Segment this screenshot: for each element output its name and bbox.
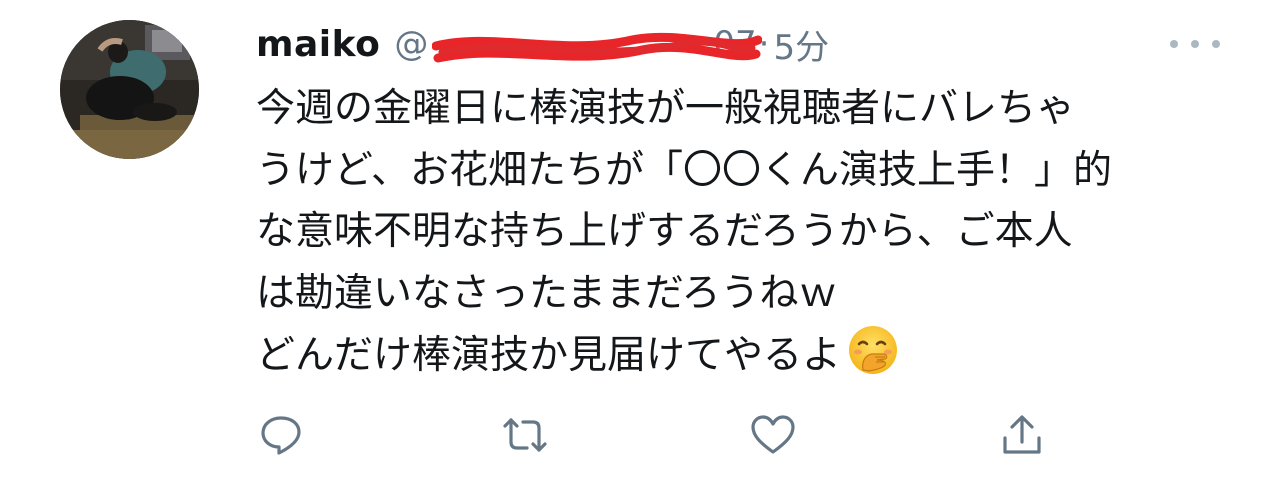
tweet-text-line: 今週の金曜日に棒演技が一般視聴者にバレちゃ bbox=[256, 86, 1076, 131]
handle-at-sign: @ bbox=[394, 24, 429, 64]
like-button[interactable] bbox=[746, 408, 800, 462]
share-icon bbox=[1003, 415, 1041, 454]
handle-tail: 07 bbox=[713, 24, 757, 64]
tweet-text-line: な意味不明な持ち上げするだろうから、ご本人 bbox=[256, 209, 1073, 254]
tweet[interactable]: maiko @ 07 · 5分 今週の金曜日に棒演技が一般視聴者にバレちゃ うけ… bbox=[0, 0, 1283, 500]
retweet-icon bbox=[503, 418, 547, 452]
like-icon bbox=[751, 415, 795, 454]
tweet-header: maiko @ 07 · 5分 bbox=[256, 18, 1156, 70]
share-button[interactable] bbox=[995, 408, 1049, 462]
tweet-actions bbox=[250, 408, 1070, 462]
tweet-text: 今週の金曜日に棒演技が一般視聴者にバレちゃ うけど、お花畑たちが「〇〇くん演技上… bbox=[256, 78, 1246, 386]
tweet-text-line: どんだけ棒演技か見届けてやるよ bbox=[256, 333, 842, 378]
tweet-text-line-last: どんだけ棒演技か見届けてやるよ bbox=[256, 324, 1246, 386]
tweet-text-line: は勘違いなさったままだろうねｗ bbox=[256, 270, 838, 316]
separator-dot: · bbox=[758, 24, 770, 64]
retweet-button[interactable] bbox=[498, 408, 552, 462]
face-with-hand-over-mouth-icon bbox=[847, 324, 899, 395]
timestamp[interactable]: 5分 bbox=[773, 20, 829, 69]
user-handle[interactable]: @ 07 bbox=[394, 24, 763, 64]
tweet-text-line: うけど、お花畑たちが「〇〇くん演技上手！」的 bbox=[256, 147, 1113, 193]
avatar[interactable] bbox=[60, 20, 199, 159]
avatar-photo bbox=[60, 20, 199, 159]
reply-icon bbox=[261, 416, 301, 455]
reply-button[interactable] bbox=[254, 408, 308, 462]
display-name[interactable]: maiko bbox=[256, 24, 380, 65]
more-options-icon[interactable] bbox=[1170, 34, 1220, 54]
